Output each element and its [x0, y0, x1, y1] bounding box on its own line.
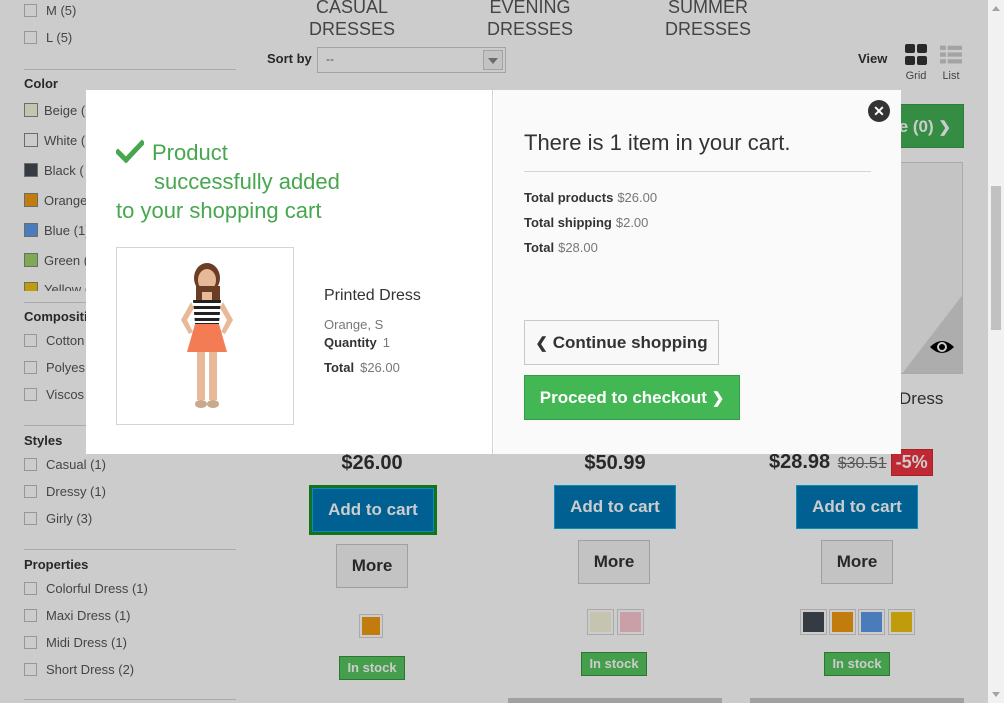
modal-cart-panel: There is 1 item in your cart. Total prod…: [494, 90, 901, 454]
continue-shopping-button[interactable]: ❮ Continue shopping: [524, 320, 719, 365]
total-value: $26.00: [360, 360, 400, 375]
cart-total-value: $28.00: [558, 240, 598, 255]
cart-confirmation-modal: Product successfully added to your shopp…: [86, 90, 901, 454]
divider: [524, 171, 871, 172]
total-shipping-label: Total shipping: [524, 215, 612, 230]
total-products-value: $26.00: [617, 190, 658, 205]
total-shipping-value: $2.00: [615, 215, 649, 230]
success-message: Product successfully added to your shopp…: [116, 138, 376, 225]
checkout-label: Proceed to checkout: [539, 388, 707, 407]
modal-quantity: Quantity 1: [324, 335, 390, 350]
quantity-label: Quantity: [324, 335, 377, 350]
total-shipping-line: Total shipping $2.00: [524, 215, 648, 230]
cart-summary-heading: There is 1 item in your cart.: [524, 130, 791, 155]
scrollbar[interactable]: [988, 0, 1004, 703]
modal-product-attributes: Orange, S: [324, 317, 384, 332]
scroll-down-arrow-icon[interactable]: [992, 692, 1000, 697]
modal-product-name: Printed Dress: [324, 287, 421, 304]
quantity-value: 1: [382, 335, 390, 350]
success-text-3: to your shopping cart: [116, 198, 322, 223]
modal-product-panel: Product successfully added to your shopp…: [86, 90, 493, 454]
product-thumbnail: [116, 247, 294, 425]
check-icon: [116, 139, 144, 163]
proceed-to-checkout-button[interactable]: Proceed to checkout ❯: [524, 375, 740, 420]
total-products-label: Total products: [524, 190, 614, 205]
close-icon[interactable]: ✕: [868, 100, 890, 122]
cart-total-label: Total: [524, 240, 555, 255]
success-text-1: Product: [152, 140, 228, 165]
total-products-line: Total products $26.00: [524, 190, 657, 205]
chevron-right-icon: ❯: [711, 390, 725, 407]
model-image: [181, 263, 233, 408]
success-text-2: successfully added: [154, 169, 340, 194]
cart-total-line: Total $28.00: [524, 240, 598, 255]
scrollbar-thumb[interactable]: [991, 186, 1001, 330]
continue-label: Continue shopping: [552, 333, 708, 352]
chevron-left-icon: ❮: [535, 335, 548, 352]
scroll-up-arrow-icon[interactable]: [992, 6, 1000, 11]
total-label: Total: [324, 360, 355, 375]
modal-product-total: Total $26.00: [324, 360, 400, 375]
page: M (5) L (5) Color Beige ( White ( Black …: [0, 0, 988, 703]
